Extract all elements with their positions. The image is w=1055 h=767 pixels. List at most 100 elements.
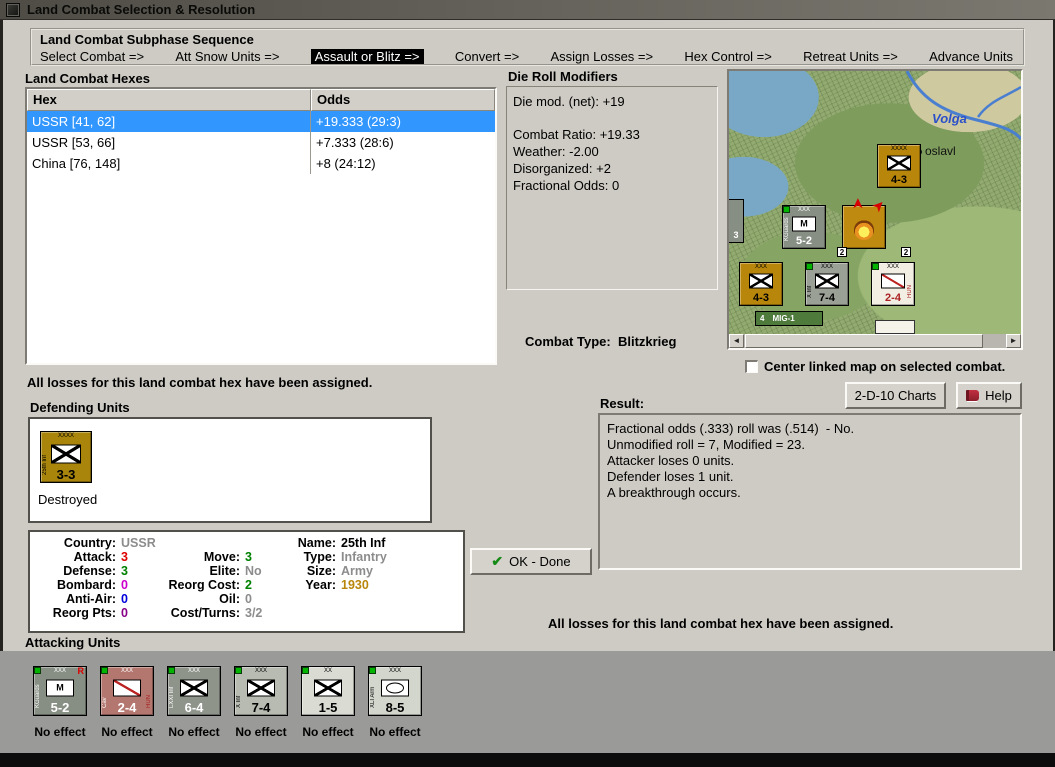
hex-row[interactable]: China [76, 148] +8 (24:12): [27, 153, 495, 174]
combat-type-label: Combat Type:: [525, 334, 611, 349]
unit-status-label: Destroyed: [38, 492, 98, 507]
map-unit-counter[interactable]: XXX 4-3: [739, 262, 783, 306]
hex-table-header: Hex Odds: [27, 89, 495, 111]
center-map-label[interactable]: Center linked map on selected combat.: [764, 359, 1005, 374]
unit-strength-label: 5-2: [50, 700, 70, 715]
hex-cell: China [76, 148]: [27, 153, 311, 174]
detail-value: 1930: [341, 578, 369, 592]
map-unit-counter-partial[interactable]: 3: [729, 199, 744, 243]
attacking-unit-counter[interactable]: XXX LXXI Inf 6-4: [167, 666, 221, 716]
attacking-unit-counter[interactable]: XXX X Inf 7-4: [234, 666, 288, 716]
odds-cell: +8 (24:12): [316, 156, 376, 171]
result-line: Defender loses 1 unit.: [607, 469, 734, 484]
modifier-line: Combat Ratio: +19.33: [513, 127, 640, 142]
hex-row-selected[interactable]: USSR [41, 62] +19.333 (29:3): [27, 111, 495, 132]
attacking-unit-counter[interactable]: XXX Cav HUN 2-4: [100, 666, 154, 716]
unit-strength-label: 2-4: [885, 292, 901, 304]
scroll-right-button[interactable]: ►: [1006, 334, 1021, 348]
detail-value: 3: [121, 550, 128, 564]
detail-label: Country:: [63, 536, 116, 550]
subphase-sequence-title: Land Combat Subphase Sequence: [40, 32, 254, 47]
window-titlebar[interactable]: Land Combat Selection & Resolution: [0, 0, 1055, 20]
combat-marker-icon[interactable]: ➤ ➤: [842, 196, 888, 249]
attacking-units-strip: XXX KGuards M 5-2 R XXX Cav HUN 2-4 XXX …: [0, 651, 1055, 753]
land-combat-hexes-title: Land Combat Hexes: [25, 71, 150, 86]
attacking-unit-counter[interactable]: XX 1-5: [301, 666, 355, 716]
detail-label: Bombard:: [56, 578, 116, 592]
reorganized-badge: R: [77, 666, 85, 676]
infantry-symbol-icon: [314, 679, 342, 697]
map-canvas[interactable]: Volga oslavl XXXX 4-3 3 XXX KGuards M 5-…: [729, 71, 1021, 334]
map-unit-counter[interactable]: XXX KGuards M 5-2: [782, 205, 826, 249]
odds-cell: +19.333 (29:3): [316, 114, 401, 129]
result-line: Unmodified roll = 7, Modified = 23.: [607, 437, 805, 452]
help-button-label: Help: [985, 388, 1012, 403]
window-system-icon[interactable]: [6, 2, 20, 17]
unit-strength-label: 3-3: [56, 467, 76, 482]
land-combat-hexes-table[interactable]: Hex Odds USSR [41, 62] +19.333 (29:3) US…: [25, 87, 497, 365]
unit-strength-label: 7-4: [251, 700, 271, 715]
infantry-symbol-icon: [749, 273, 773, 289]
defending-units-title: Defending Units: [30, 400, 130, 415]
militia-symbol-icon: M: [46, 679, 74, 697]
detail-label: Cost/Turns:: [170, 606, 240, 620]
ok-done-label: OK - Done: [509, 554, 571, 569]
infantry-symbol-icon: [887, 155, 911, 171]
unit-effect-label: No effect: [168, 725, 220, 739]
map-horizontal-scrollbar[interactable]: ◄ ►: [729, 334, 1021, 348]
detail-label: Anti-Air:: [66, 592, 116, 606]
scroll-left-button[interactable]: ◄: [729, 334, 744, 348]
unit-strength-label: 7-4: [819, 292, 835, 304]
detail-label: Defense:: [63, 564, 116, 578]
detail-value: 0: [121, 592, 128, 606]
losses-assigned-message-right: All losses for this land combat hex have…: [548, 616, 894, 631]
map-unit-counter[interactable]: XXX HUN 2-4: [871, 262, 915, 306]
center-map-checkbox[interactable]: [745, 360, 758, 373]
hex-row[interactable]: USSR [53, 66] +7.333 (28:6): [27, 132, 495, 153]
hex-cell: USSR [53, 66]: [27, 132, 311, 153]
unit-size-label: XXX: [388, 668, 401, 674]
map-air-unit-counter[interactable]: 4 MIG-1: [755, 311, 823, 326]
hex-cell: USSR [41, 62]: [27, 111, 311, 132]
sequence-step-convert: Convert =>: [454, 49, 520, 64]
unit-effect-label: No effect: [302, 725, 354, 739]
attack-arrow-icon: ➤: [849, 198, 865, 209]
result-panel: Fractional odds (.333) roll was (.514) -…: [598, 413, 1022, 570]
attacking-units-title: Attacking Units: [25, 635, 121, 650]
detail-label: Reorg Cost:: [168, 578, 240, 592]
unit-strength-label: 4-3: [891, 174, 907, 186]
scroll-thumb[interactable]: [745, 334, 983, 348]
modifier-line: Disorganized: +2: [513, 161, 611, 176]
detail-value: 3: [245, 550, 252, 564]
defending-unit-counter[interactable]: XXXX 25th Inf 3-3: [40, 431, 92, 483]
sequence-step-att-snow-units: Att Snow Units =>: [175, 49, 280, 64]
stack-count-badge: 2: [837, 247, 847, 257]
map-unit-counter[interactable]: XXX X Inf 7-4: [805, 262, 849, 306]
map-unit-counter[interactable]: XXXX 4-3: [877, 144, 921, 188]
modifier-line: Weather: -2.00: [513, 144, 599, 159]
battle-flame-icon: [854, 220, 874, 241]
result-line: Attacker loses 0 units.: [607, 453, 735, 468]
sequence-steps: Select Combat => Att Snow Units => Assau…: [40, 49, 1013, 64]
defending-units-panel: XXXX 25th Inf 3-3 Destroyed: [28, 417, 432, 523]
detail-label: Type:: [303, 550, 336, 564]
help-book-icon: [966, 390, 980, 401]
map-panel: Volga oslavl XXXX 4-3 3 XXX KGuards M 5-…: [727, 69, 1023, 350]
cavalry-symbol-icon: [881, 273, 905, 289]
help-button[interactable]: Help: [956, 382, 1022, 409]
charts-button-label: 2-D-10 Charts: [854, 388, 937, 403]
detail-value: 2: [245, 578, 252, 592]
unit-strength-label: 4-3: [753, 292, 769, 304]
attacking-unit-counter[interactable]: XXX XLI Arm 8-5: [368, 666, 422, 716]
unit-effect-label: No effect: [34, 725, 86, 739]
losses-assigned-message-left: All losses for this land combat hex have…: [27, 375, 373, 390]
sequence-step-assign-losses: Assign Losses =>: [550, 49, 654, 64]
charts-button[interactable]: 2-D-10 Charts: [845, 382, 946, 409]
ok-done-button[interactable]: ✔ OK - Done: [470, 548, 592, 575]
cavalry-symbol-icon: [113, 679, 141, 697]
map-unit-counter-partial[interactable]: [875, 320, 915, 334]
attacking-unit-counter[interactable]: XXX KGuards M 5-2 R: [33, 666, 87, 716]
air-unit-name: MIG-1: [772, 314, 795, 323]
result-line: A breakthrough occurs.: [607, 485, 741, 500]
unit-size-label: XXX: [754, 264, 767, 270]
